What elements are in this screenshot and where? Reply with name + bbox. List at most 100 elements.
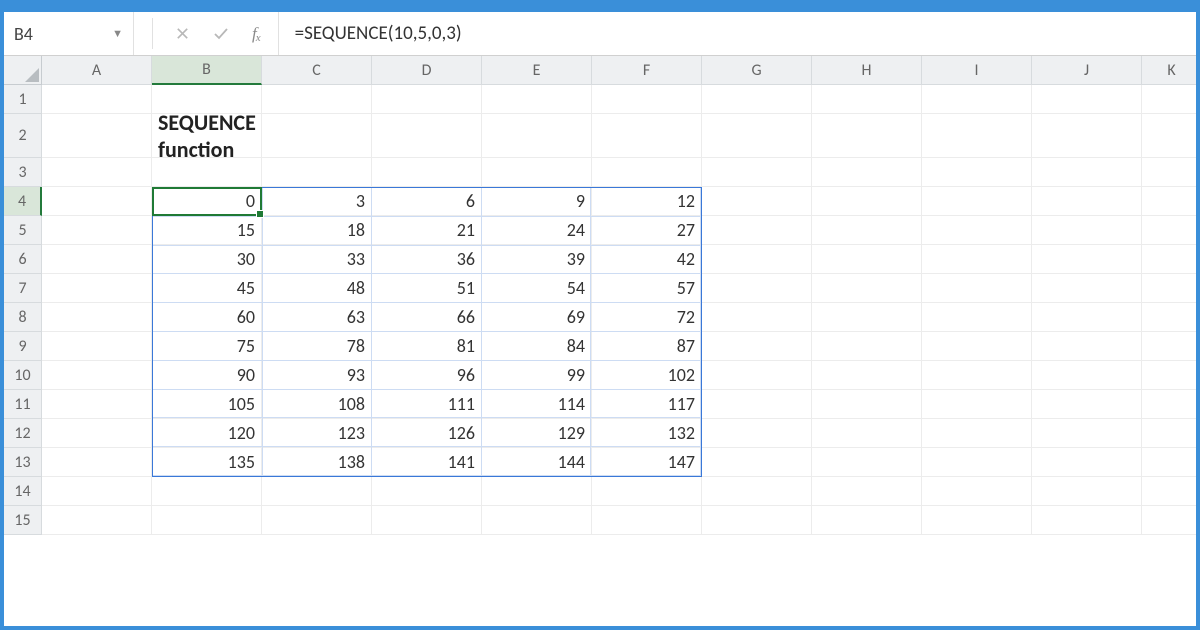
cell-F1[interactable]: [592, 85, 702, 114]
cell-A2[interactable]: [42, 114, 152, 158]
cell-J13[interactable]: [1032, 448, 1142, 477]
cell-K9[interactable]: [1142, 332, 1196, 361]
cell-I5[interactable]: [922, 216, 1032, 245]
cell-G11[interactable]: [702, 390, 812, 419]
cell-C2[interactable]: [262, 114, 372, 158]
cell-F11[interactable]: 117: [592, 390, 702, 419]
cell-H15[interactable]: [812, 506, 922, 535]
cell-D3[interactable]: [372, 158, 482, 187]
cell-E12[interactable]: 129: [482, 419, 592, 448]
chevron-down-icon[interactable]: ▼: [112, 27, 123, 40]
row-header-4[interactable]: 4: [4, 187, 42, 216]
row-header-15[interactable]: 15: [4, 506, 42, 535]
cell-H4[interactable]: [812, 187, 922, 216]
cell-A5[interactable]: [42, 216, 152, 245]
cell-B12[interactable]: 120: [152, 419, 262, 448]
column-header-G[interactable]: G: [702, 56, 812, 85]
cell-C9[interactable]: 78: [262, 332, 372, 361]
cell-F13[interactable]: 147: [592, 448, 702, 477]
cell-F4[interactable]: 12: [592, 187, 702, 216]
column-header-B[interactable]: B: [152, 56, 262, 85]
cell-I11[interactable]: [922, 390, 1032, 419]
cell-I7[interactable]: [922, 274, 1032, 303]
cell-G3[interactable]: [702, 158, 812, 187]
cell-E6[interactable]: 39: [482, 245, 592, 274]
cell-A12[interactable]: [42, 419, 152, 448]
cell-B2[interactable]: SEQUENCE function: [152, 114, 262, 158]
cell-D12[interactable]: 126: [372, 419, 482, 448]
cell-I12[interactable]: [922, 419, 1032, 448]
column-header-H[interactable]: H: [812, 56, 922, 85]
cell-D1[interactable]: [372, 85, 482, 114]
cell-G5[interactable]: [702, 216, 812, 245]
cell-G6[interactable]: [702, 245, 812, 274]
cell-E11[interactable]: 114: [482, 390, 592, 419]
cell-J14[interactable]: [1032, 477, 1142, 506]
column-header-J[interactable]: J: [1032, 56, 1142, 85]
column-header-C[interactable]: C: [262, 56, 372, 85]
cell-A15[interactable]: [42, 506, 152, 535]
cell-D5[interactable]: 21: [372, 216, 482, 245]
cell-E15[interactable]: [482, 506, 592, 535]
cell-K8[interactable]: [1142, 303, 1196, 332]
row-header-14[interactable]: 14: [4, 477, 42, 506]
cell-K6[interactable]: [1142, 245, 1196, 274]
cell-E1[interactable]: [482, 85, 592, 114]
cell-I15[interactable]: [922, 506, 1032, 535]
cell-I14[interactable]: [922, 477, 1032, 506]
cell-A14[interactable]: [42, 477, 152, 506]
cell-I2[interactable]: [922, 114, 1032, 158]
cell-B15[interactable]: [152, 506, 262, 535]
cell-C6[interactable]: 33: [262, 245, 372, 274]
cell-E14[interactable]: [482, 477, 592, 506]
column-header-E[interactable]: E: [482, 56, 592, 85]
cell-C10[interactable]: 93: [262, 361, 372, 390]
cell-C1[interactable]: [262, 85, 372, 114]
cell-A10[interactable]: [42, 361, 152, 390]
row-header-7[interactable]: 7: [4, 274, 42, 303]
cell-J6[interactable]: [1032, 245, 1142, 274]
cell-K12[interactable]: [1142, 419, 1196, 448]
cell-F15[interactable]: [592, 506, 702, 535]
cell-J11[interactable]: [1032, 390, 1142, 419]
cell-C4[interactable]: 3: [262, 187, 372, 216]
cell-I13[interactable]: [922, 448, 1032, 477]
cell-C13[interactable]: 138: [262, 448, 372, 477]
cell-K2[interactable]: [1142, 114, 1196, 158]
cell-I6[interactable]: [922, 245, 1032, 274]
cell-F9[interactable]: 87: [592, 332, 702, 361]
column-header-K[interactable]: K: [1142, 56, 1196, 85]
cell-K7[interactable]: [1142, 274, 1196, 303]
cell-J12[interactable]: [1032, 419, 1142, 448]
row-header-5[interactable]: 5: [4, 216, 42, 245]
cell-H7[interactable]: [812, 274, 922, 303]
cell-H14[interactable]: [812, 477, 922, 506]
cell-I9[interactable]: [922, 332, 1032, 361]
cell-E2[interactable]: [482, 114, 592, 158]
cell-A1[interactable]: [42, 85, 152, 114]
cell-G9[interactable]: [702, 332, 812, 361]
column-header-F[interactable]: F: [592, 56, 702, 85]
column-header-I[interactable]: I: [922, 56, 1032, 85]
cell-D2[interactable]: [372, 114, 482, 158]
cell-B5[interactable]: 15: [152, 216, 262, 245]
cell-D11[interactable]: 111: [372, 390, 482, 419]
cell-D6[interactable]: 36: [372, 245, 482, 274]
cell-A4[interactable]: [42, 187, 152, 216]
row-header-13[interactable]: 13: [4, 448, 42, 477]
cell-E7[interactable]: 54: [482, 274, 592, 303]
cell-D7[interactable]: 51: [372, 274, 482, 303]
cell-K4[interactable]: [1142, 187, 1196, 216]
row-header-11[interactable]: 11: [4, 390, 42, 419]
fx-icon[interactable]: fx: [252, 24, 260, 44]
cell-G7[interactable]: [702, 274, 812, 303]
cell-A3[interactable]: [42, 158, 152, 187]
cell-G8[interactable]: [702, 303, 812, 332]
row-header-2[interactable]: 2: [4, 114, 42, 158]
cell-G1[interactable]: [702, 85, 812, 114]
cell-B14[interactable]: [152, 477, 262, 506]
cell-H6[interactable]: [812, 245, 922, 274]
cell-I10[interactable]: [922, 361, 1032, 390]
cell-C8[interactable]: 63: [262, 303, 372, 332]
cell-G10[interactable]: [702, 361, 812, 390]
